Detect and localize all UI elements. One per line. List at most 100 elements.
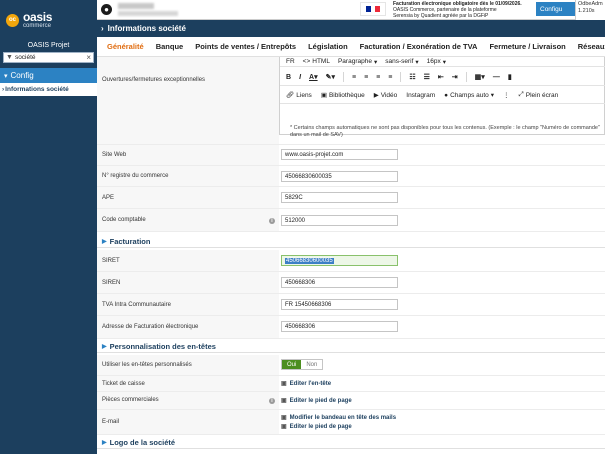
html-button-label: HTML — [312, 58, 330, 65]
separator — [342, 72, 344, 82]
bullet-list-icon[interactable]: ☷ — [409, 73, 415, 81]
field-label: Code comptable — [102, 217, 146, 223]
field-label: SIREN — [102, 280, 121, 286]
outdent-icon[interactable]: ⇤ — [438, 73, 444, 81]
field-label: N° registre du commerce — [102, 173, 169, 179]
italic-icon[interactable]: I — [299, 74, 301, 81]
expand-icon: ⤢ — [518, 91, 524, 98]
edit-receipt-header-link[interactable]: ▣ Editer l'en-tête — [281, 380, 332, 388]
logo-mark: oc — [6, 13, 19, 27]
section-personnalisation[interactable]: ▶ Personnalisation des en-têtes — [97, 340, 605, 353]
section-logo[interactable]: ▶ Logo de la société — [97, 436, 605, 449]
image-icon: ▣ — [281, 424, 287, 430]
link-icon: 🔗︎ — [286, 92, 295, 99]
vat-input[interactable]: FR 15450668306 — [281, 299, 398, 310]
rcs-input[interactable]: 45066830600035 — [281, 171, 398, 182]
links-button[interactable]: 🔗︎ Liens — [286, 91, 312, 100]
link-label: Editer l'en-tête — [289, 380, 332, 387]
logo-sub: commerce — [23, 23, 52, 29]
auto-fields-label: Champs auto — [450, 91, 489, 99]
session-info[interactable]: OdbeAdm 1.210s — [575, 0, 605, 20]
info-icon[interactable]: i — [269, 218, 275, 224]
siren-row: SIREN 450668306 — [97, 272, 605, 294]
website-input[interactable]: www.oasis-projet.com — [281, 149, 398, 160]
toggle-yes[interactable]: Oui — [282, 360, 302, 369]
siren-input[interactable]: 450668306 — [281, 277, 398, 288]
siret-input[interactable]: 45066830600035 — [281, 255, 398, 266]
numbered-list-icon[interactable]: ☰ — [424, 73, 430, 81]
clear-icon[interactable]: × — [86, 53, 91, 62]
font-size-value: 16px — [426, 58, 441, 65]
ape-input[interactable]: 5829C — [281, 192, 398, 203]
tab-fermeture[interactable]: Fermeture / Livraison — [489, 42, 565, 51]
text-color-icon[interactable]: A▾ — [309, 73, 318, 81]
sidebar-item-informations-societe[interactable]: › Informations société — [0, 83, 97, 96]
video-button[interactable]: ▶ Vidéo — [374, 91, 398, 100]
main-content: Ouvertures/fermetures exceptionnelles FR… — [97, 57, 605, 454]
tab-reseaux-sociaux[interactable]: Réseaux sociaux — [578, 42, 605, 51]
indent-icon[interactable]: ⇥ — [452, 73, 458, 81]
separator — [465, 72, 467, 82]
fullscreen-button[interactable]: ⤢ Plein écran — [519, 91, 559, 99]
section-facturation[interactable]: ▶ Facturation — [97, 235, 605, 248]
language-select[interactable]: FR — [286, 58, 295, 65]
image-icon: ▣ — [281, 415, 287, 421]
edit-email-footer-link[interactable]: ▣ Editer le pied de page — [281, 423, 352, 431]
block-format-select[interactable]: Paragraphe ▾ — [338, 58, 377, 66]
editor-toolbar-row3: 🔗︎ Liens ▣ Bibliothèque ▶ Vidéo Instagram ●… — [280, 87, 605, 104]
video-label: Vidéo — [380, 91, 398, 99]
image-icon: ▣ — [281, 381, 287, 387]
toggle-no[interactable]: Non — [301, 360, 323, 369]
bold-icon[interactable]: B — [286, 74, 291, 81]
tab-banque[interactable]: Banque — [156, 42, 184, 51]
accounting-code-input[interactable]: 512000 — [281, 215, 398, 226]
siret-row: SIRET 45066830600035 — [97, 250, 605, 272]
sidebar-item-config[interactable]: ▾ Config — [0, 68, 97, 83]
editor-toolbar-row1: FR <> HTML Paragraphe ▾ sans-serif ▾ 16px ▾ — [280, 57, 605, 67]
einvoice-address-input[interactable]: 450668306 — [281, 321, 398, 332]
label-column — [97, 57, 279, 144]
rich-text-editor[interactable]: FR <> HTML Paragraphe ▾ sans-serif ▾ 16px ▾ … — [279, 57, 605, 138]
section-title: Logo de la société — [109, 437, 176, 447]
bookmark-icon[interactable]: ▮ — [508, 73, 512, 81]
align-center-icon[interactable]: ≡ — [364, 74, 368, 81]
receipt-row: Ticket de caisse ▣ Editer l'en-tête — [97, 376, 605, 392]
person-icon: ● — [444, 91, 449, 99]
session-user: OdbeAdm — [578, 1, 603, 7]
user-icon[interactable]: ● — [101, 4, 112, 15]
configure-button[interactable]: Configu — [536, 2, 580, 16]
horizontal-rule-icon[interactable]: — — [493, 74, 500, 81]
tab-points-de-ventes[interactable]: Points de ventes / Entrepôts — [195, 42, 296, 51]
sidebar-search-input[interactable]: société — [15, 54, 84, 61]
tab-legislation[interactable]: Législation — [308, 42, 348, 51]
rcs-row: N° registre du commerce 45066830600035 — [97, 166, 605, 187]
font-family-select[interactable]: sans-serif ▾ — [385, 58, 418, 66]
user-info-redacted — [118, 11, 178, 16]
auto-fields-button[interactable]: ● Champs auto ▾ — [444, 91, 494, 100]
table-icon[interactable]: ▦▾ — [475, 73, 485, 81]
custom-headers-row: Utiliser les en-têtes personnalisés Oui … — [97, 355, 605, 376]
info-icon[interactable]: i — [269, 398, 275, 404]
more-icon[interactable]: ⋮ — [503, 91, 510, 99]
field-label: Utiliser les en-têtes personnalisés — [102, 362, 192, 368]
email-row: E-mail ▣ Modifier le bandeau en tête des… — [97, 410, 605, 435]
image-icon: ▣ — [281, 398, 287, 404]
align-right-icon[interactable]: ≡ — [376, 74, 380, 81]
highlight-icon[interactable]: ✎▾ — [326, 73, 335, 81]
align-left-icon[interactable]: ≡ — [352, 74, 356, 81]
font-size-select[interactable]: 16px ▾ — [427, 58, 446, 66]
logo[interactable]: oc oasis commerce — [0, 0, 97, 40]
code-icon: <> — [302, 58, 311, 65]
tab-facturation[interactable]: Facturation / Exonération de TVA — [360, 42, 478, 51]
edit-email-banner-link[interactable]: ▣ Modifier le bandeau en tête des mails — [281, 414, 396, 422]
sidebar-search[interactable]: ▼ société × — [3, 52, 94, 63]
library-button[interactable]: ▣ Bibliothèque — [321, 91, 365, 100]
tab-generalite[interactable]: Généralité — [107, 42, 144, 51]
page-header: › Informations société — [97, 20, 605, 37]
edit-commercial-footer-link[interactable]: ▣ Editer le pied de page — [281, 397, 352, 405]
html-button[interactable]: <> HTML — [303, 58, 330, 65]
field-label: Ouvertures/fermetures exceptionnelles — [102, 77, 206, 83]
align-justify-icon[interactable]: ≡ — [388, 74, 392, 81]
custom-headers-toggle[interactable]: Oui Non — [281, 359, 324, 370]
instagram-button[interactable]: Instagram — [406, 92, 435, 99]
